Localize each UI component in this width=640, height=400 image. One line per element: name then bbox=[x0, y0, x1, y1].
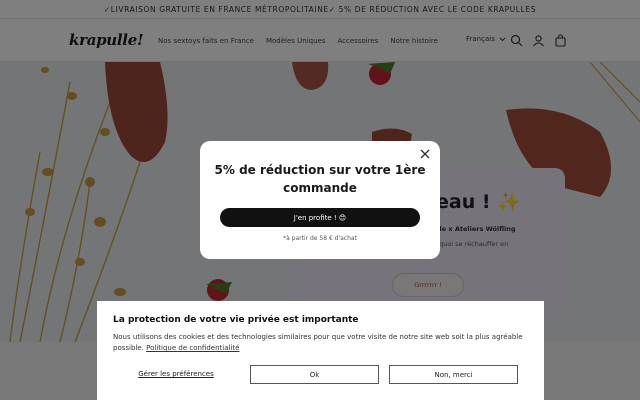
manage-preferences-button[interactable]: Gérer les préférences bbox=[113, 365, 239, 383]
cookie-title: La protection de votre vie privée est im… bbox=[113, 315, 359, 325]
cookie-text: Nous utilisons des cookies et des techno… bbox=[113, 332, 528, 354]
modal-title: 5% de réduction sur votre 1ère commande bbox=[214, 163, 426, 195]
claim-discount-button[interactable]: J'en profite ! 😊 bbox=[220, 208, 420, 227]
close-icon[interactable] bbox=[418, 147, 432, 161]
decline-cookies-button[interactable]: Non, merci bbox=[389, 365, 518, 384]
minimum-purchase-note: *à partir de 58 € d'achat bbox=[283, 235, 357, 242]
accept-cookies-button[interactable]: Ok bbox=[250, 365, 379, 384]
privacy-policy-link[interactable]: Politique de confidentialité bbox=[146, 344, 239, 352]
cookie-banner: La protection de votre vie privée est im… bbox=[97, 301, 544, 400]
discount-modal: 5% de réduction sur votre 1ère commande … bbox=[200, 141, 440, 259]
